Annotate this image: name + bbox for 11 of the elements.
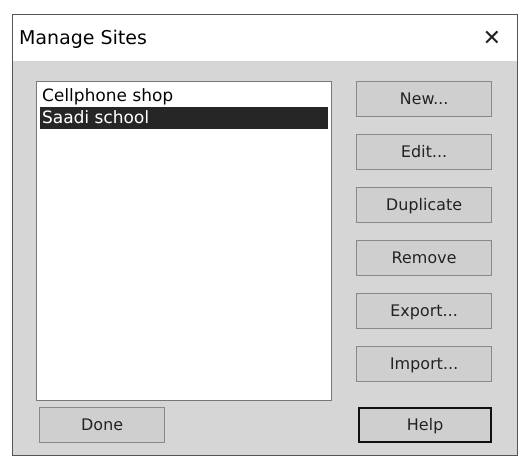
close-button[interactable]: ✕ xyxy=(472,22,511,54)
dialog-button[interactable]: Done xyxy=(39,407,165,443)
dialog-button[interactable]: Export... xyxy=(356,293,492,329)
dialog-button[interactable]: Import... xyxy=(356,346,492,382)
dialog-button[interactable]: Remove xyxy=(356,240,492,276)
site-list-item[interactable]: Saadi school xyxy=(40,107,328,129)
dialog-button[interactable]: Duplicate xyxy=(356,187,492,223)
window-title: Manage Sites xyxy=(19,26,147,51)
dialog-button[interactable]: New... xyxy=(356,81,492,117)
dialog-button[interactable]: Help xyxy=(358,407,492,443)
dialog-button[interactable]: Edit... xyxy=(356,134,492,170)
